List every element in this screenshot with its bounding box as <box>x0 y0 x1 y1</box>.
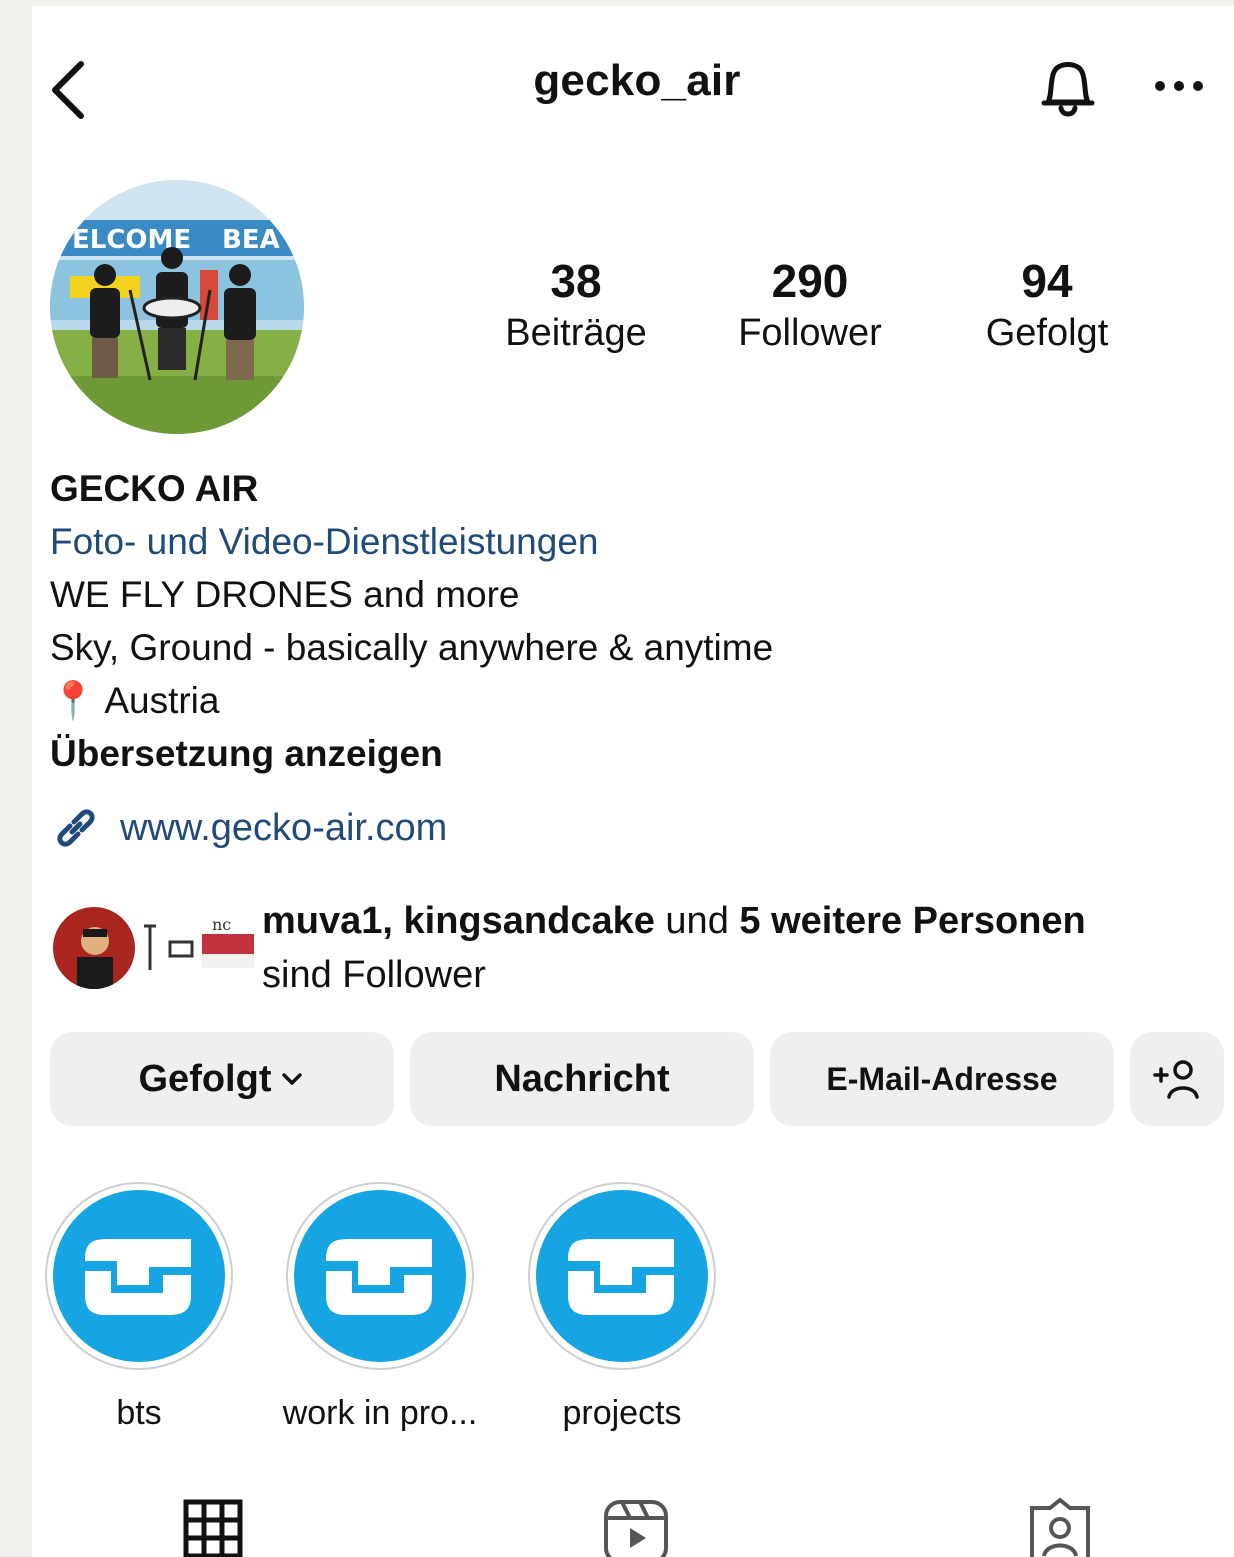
email-button-label: E-Mail-Adresse <box>826 1060 1058 1097</box>
email-button[interactable]: E-Mail-Adresse <box>770 1032 1114 1126</box>
grid-icon <box>183 1499 243 1557</box>
highlight-ring <box>45 1182 233 1370</box>
mutual-names: muva1, kingsandcake <box>262 900 655 942</box>
back-icon <box>52 61 84 119</box>
reels-icon <box>604 1500 668 1557</box>
posts-count: 38 <box>550 255 602 307</box>
link-icon <box>57 809 95 847</box>
following-button[interactable]: Gefolgt <box>50 1032 394 1126</box>
profile-avatar[interactable]: ELCOME BEA <box>50 180 304 434</box>
highlight-label: projects <box>562 1394 682 1432</box>
more-icon <box>1155 81 1203 91</box>
website-link[interactable]: www.gecko-air.com <box>50 802 447 854</box>
location-pin-icon: 📍 <box>50 680 97 721</box>
following-count: 94 <box>1021 255 1073 307</box>
highlight-ring <box>528 1182 716 1370</box>
bell-icon <box>1041 62 1095 117</box>
following-stat[interactable]: 94 Gefolgt <box>937 254 1157 358</box>
profile-bio: GECKO AIR Foto- und Video-Dienstleistung… <box>50 462 1210 780</box>
posts-stat[interactable]: 38 Beiträge <box>466 254 686 358</box>
action-buttons: Gefolgt Nachricht E-Mail-Adresse <box>32 1032 1234 1132</box>
followers-label: Follower <box>738 312 882 354</box>
highlight-bts[interactable]: bts <box>32 1182 264 1433</box>
bio-line-1: WE FLY DRONES and more <box>50 574 520 615</box>
add-person-icon <box>1153 1060 1199 1099</box>
mutual-others: 5 weitere Personen <box>739 900 1086 942</box>
highlight-ring <box>286 1182 474 1370</box>
mutual-suffix: sind Follower <box>262 954 486 996</box>
following-label: Gefolgt <box>985 312 1109 354</box>
story-highlights: bts work in pro... projects <box>32 1182 1234 1442</box>
mutual-connector: und <box>665 900 729 942</box>
website-url: www.gecko-air.com <box>120 806 448 849</box>
mutual-followers[interactable]: nc muva1, kingsandcake und 5 weitere Per… <box>50 894 1220 1004</box>
message-button[interactable]: Nachricht <box>410 1032 754 1126</box>
back-button[interactable] <box>32 50 102 130</box>
followers-count: 290 <box>771 255 849 307</box>
highlight-label: bts <box>116 1394 162 1432</box>
mutual-followers-text: muva1, kingsandcake und 5 weitere Person… <box>262 894 1086 1002</box>
message-button-label: Nachricht <box>494 1057 670 1100</box>
top-bar: gecko_air <box>32 6 1234 156</box>
following-button-label: Gefolgt <box>138 1057 272 1100</box>
posts-label: Beiträge <box>505 312 647 354</box>
mutual-avatar-1 <box>50 904 138 992</box>
profile-tabs <box>32 1496 1234 1557</box>
tab-tagged[interactable] <box>1010 1496 1110 1557</box>
svg-text:BEA: BEA <box>222 225 280 255</box>
bio-location: 📍 Austria <box>50 674 1210 727</box>
mutual-avatar-2: nc <box>140 904 258 986</box>
location-text: Austria <box>104 680 220 721</box>
highlight-projects[interactable]: projects <box>497 1182 747 1433</box>
chevron-down-icon <box>282 1073 303 1085</box>
gecko-logo-icon <box>536 1190 708 1362</box>
tab-posts-grid[interactable] <box>164 1496 264 1557</box>
svg-text:nc: nc <box>212 915 231 934</box>
gecko-logo-icon <box>53 1190 225 1362</box>
bio-line-2: Sky, Ground - basically anywhere & anyti… <box>50 627 774 668</box>
highlight-work-in-progress[interactable]: work in pro... <box>255 1182 505 1433</box>
followers-stat[interactable]: 290 Follower <box>700 254 920 358</box>
tagged-icon <box>1030 1497 1090 1557</box>
highlight-label: work in pro... <box>282 1394 478 1432</box>
translate-link[interactable]: Übersetzung anzeigen <box>50 727 1210 780</box>
gecko-logo-icon <box>294 1190 466 1362</box>
notifications-button[interactable] <box>1032 46 1104 126</box>
display-name: GECKO AIR <box>50 468 259 509</box>
profile-screen: gecko_air ELCOME BEA 38 Beiträge 290 Fol… <box>32 6 1234 1557</box>
profile-username: gecko_air <box>533 56 741 105</box>
category-label[interactable]: Foto- und Video-Dienstleistungen <box>50 515 1210 568</box>
more-options-button[interactable] <box>1144 58 1214 114</box>
tab-reels[interactable] <box>586 1496 686 1557</box>
suggest-people-button[interactable] <box>1130 1032 1224 1126</box>
